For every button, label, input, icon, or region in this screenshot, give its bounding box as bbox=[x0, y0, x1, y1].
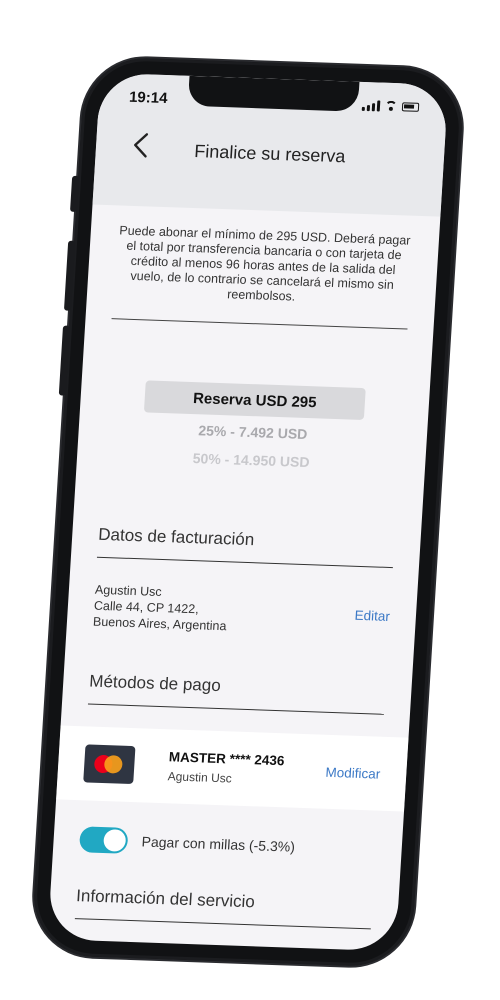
miles-toggle-label: Pagar con millas (-5.3%) bbox=[141, 833, 296, 855]
miles-toggle-row: Pagar con millas (-5.3%) bbox=[78, 826, 377, 862]
service-info-section-title: Información del servicio bbox=[75, 886, 256, 912]
divider bbox=[96, 556, 393, 569]
payment-methods-section-title: Métodos de pago bbox=[88, 671, 222, 696]
page-title: Finalice su reserva bbox=[193, 141, 347, 167]
mute-switch bbox=[70, 175, 80, 212]
phone-screen: 19:14 Finalice su reserva Puede abonar e… bbox=[47, 72, 449, 952]
card-holder: Agustin Usc bbox=[167, 769, 233, 786]
payment-card-row: MASTER **** 2436 Agustin Usc Modificar bbox=[56, 725, 409, 812]
main-content: Puede abonar el mínimo de 295 USD. Deber… bbox=[48, 204, 441, 951]
billing-section-title: Datos de facturación bbox=[97, 524, 255, 550]
payment-amount-selector: Reserva USD 295 25% - 7.492 USD 50% - 14… bbox=[103, 379, 404, 473]
billing-address: Agustin Usc Calle 44, CP 1422, Buenos Ai… bbox=[93, 582, 229, 635]
status-icons bbox=[361, 99, 420, 112]
option-25-percent[interactable]: 25% - 7.492 USD bbox=[198, 422, 308, 442]
card-name: MASTER **** 2436 bbox=[168, 749, 285, 769]
option-reserva[interactable]: Reserva USD 295 bbox=[143, 380, 366, 421]
option-50-percent[interactable]: 50% - 14.950 USD bbox=[192, 450, 310, 470]
divider bbox=[87, 703, 384, 715]
status-time: 19:14 bbox=[128, 88, 169, 107]
volume-down-button bbox=[58, 325, 71, 396]
toggle-knob bbox=[103, 829, 127, 852]
stage: 19:14 Finalice su reserva Puede abonar e… bbox=[0, 0, 500, 1000]
payment-notice: Puede abonar el mínimo de 295 USD. Deber… bbox=[118, 223, 411, 304]
volume-up-button bbox=[63, 240, 76, 311]
card-info: MASTER **** 2436 Agustin Usc bbox=[167, 749, 326, 788]
divider bbox=[111, 318, 408, 330]
modify-card-link[interactable]: Modificar bbox=[325, 764, 381, 781]
edit-billing-link[interactable]: Editar bbox=[354, 607, 390, 623]
mastercard-icon bbox=[83, 744, 136, 785]
miles-toggle[interactable] bbox=[78, 826, 129, 854]
wifi-icon bbox=[385, 101, 398, 111]
phone-frame: 19:14 Finalice su reserva Puede abonar e… bbox=[30, 56, 466, 968]
divider bbox=[74, 918, 371, 930]
billing-address-line2: Buenos Aires, Argentina bbox=[92, 614, 227, 634]
battery-icon bbox=[401, 101, 420, 112]
signal-icon bbox=[361, 99, 381, 111]
billing-details: Agustin Usc Calle 44, CP 1422, Buenos Ai… bbox=[93, 582, 392, 640]
